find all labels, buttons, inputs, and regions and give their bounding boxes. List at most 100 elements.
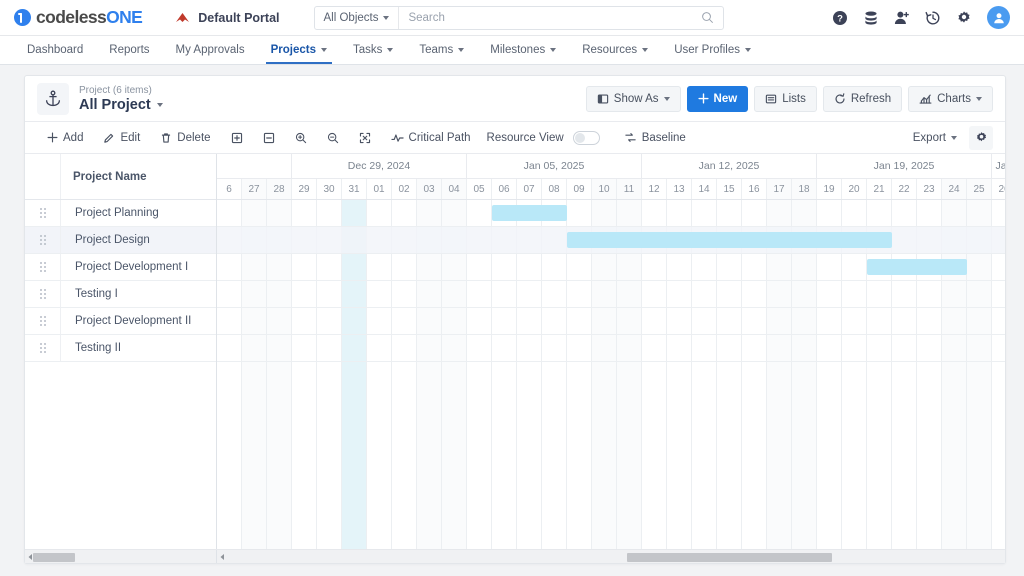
expand-all-button[interactable] [221,126,253,150]
drag-handle-icon[interactable] [25,308,61,334]
nav-item-label: Tasks [352,44,383,56]
timeline-day-label: 02 [392,179,417,199]
nav-item-projects[interactable]: Projects [258,36,340,64]
layout-icon [597,93,609,105]
task-name: Testing II [75,342,122,354]
nav-item-dashboard[interactable]: Dashboard [14,36,96,64]
task-name: Project Planning [75,207,159,219]
resource-view-toggle[interactable] [572,130,600,145]
nav-item-tasks[interactable]: Tasks [340,36,406,64]
timeline-day-label: 15 [717,179,742,199]
timeline-pane: Dec 29, 2024 Jan 05, 2025 Jan 12, 2025 Jan … [217,154,1005,549]
edit-button[interactable]: Edit [93,126,150,150]
history-icon[interactable] [925,10,941,26]
task-list-header: Project Name [25,154,216,200]
object-filter-label: All Objects [323,11,379,24]
nav-item-label: My Approvals [175,44,245,56]
collapse-all-button[interactable] [253,126,285,150]
new-button[interactable]: New [686,85,749,112]
page-title[interactable]: All Project [79,97,163,114]
scrollbar-thumb[interactable] [626,552,832,562]
baseline-label: Baseline [641,131,686,144]
zoom-out-button[interactable] [317,126,349,150]
chevron-down-icon [663,96,670,101]
show-as-button[interactable]: Show As [585,85,681,112]
search-input[interactable] [399,11,701,24]
zoom-in-button[interactable] [285,126,317,150]
timeline-day-label: 31 [342,179,367,199]
charts-button[interactable]: Charts [908,85,993,112]
nav-item-teams[interactable]: Teams [406,36,477,64]
card-subtitle: Project (6 items) [79,84,152,96]
add-user-icon[interactable] [894,10,910,26]
task-list-scrollbar[interactable] [25,550,217,563]
nav-item-label: Teams [419,44,454,56]
button-label: Critical Path [408,131,471,144]
critical-path-button[interactable]: Critical Path [381,126,481,150]
drag-handle-icon[interactable] [25,281,61,307]
nav-item-resources[interactable]: Resources [569,36,661,64]
resource-view-label: Resource View [486,131,564,144]
task-name: Project Development I [75,261,189,273]
timeline-day-label: 24 [942,179,967,199]
baseline-button[interactable]: Baseline [614,126,696,150]
timeline-day-label: 28 [267,179,292,199]
timeline-day-label: 10 [592,179,617,199]
database-icon[interactable] [863,10,879,26]
timeline-day-label: 23 [917,179,942,199]
portal-name: Default Portal [198,10,280,25]
timeline-day-label: 06 [492,179,517,199]
table-row[interactable]: Testing I [25,281,216,308]
search-icon[interactable] [701,11,723,24]
table-row[interactable]: Project Planning [25,200,216,227]
export-button[interactable]: Export [903,126,967,150]
gantt-bar[interactable] [492,205,567,221]
drag-handle-icon[interactable] [25,335,61,361]
add-button[interactable]: Add [37,126,93,150]
drag-handle-icon[interactable] [25,200,61,226]
delete-button[interactable]: Delete [150,126,220,150]
refresh-button[interactable]: Refresh [822,85,903,112]
drag-handle-icon[interactable] [25,254,61,280]
toolbar-right: Export [903,125,993,150]
nav-item-label: Dashboard [27,44,84,56]
portal-selector[interactable]: Default Portal [174,10,280,25]
timeline-day-label: 26 [992,179,1005,199]
card-header: Project (6 items) All Project Show As New… [25,76,1005,122]
timeline-scrollbar[interactable] [217,550,1005,563]
nav-item-user-profiles[interactable]: User Profiles [661,36,764,64]
nav-item-milestones[interactable]: Milestones [477,36,569,64]
scroll-left-icon[interactable] [217,553,228,561]
gantt-bar[interactable] [867,259,967,275]
timeline-days: 6 27 28 29 30 31 01 02 03 04 05 06 07 08 09 10 11 12 13 14 1… [217,179,1005,200]
lists-button[interactable]: Lists [754,85,817,112]
table-row[interactable]: Testing II [25,335,216,362]
gantt-chart: Project Name Project Planning Project Des… [25,154,1005,549]
button-label: Lists [782,92,806,105]
scrollbar-thumb[interactable] [32,552,75,562]
timeline-day-label: 20 [842,179,867,199]
nav-item-label: Projects [270,44,316,56]
nav-item-label: Resources [582,44,638,56]
timeline-day-label: 09 [567,179,592,199]
chevron-down-icon [387,48,394,52]
help-icon[interactable]: ? [832,10,848,26]
table-row[interactable]: Project Design [25,227,216,254]
nav-item-reports[interactable]: Reports [96,36,162,64]
object-filter-dropdown[interactable]: All Objects [315,6,400,29]
timeline-week-label: Jan 12, 2025 [642,154,817,178]
timeline-day-label: 13 [667,179,692,199]
chevron-down-icon [550,48,557,52]
drag-handle-icon[interactable] [25,227,61,253]
table-row[interactable]: Project Development I [25,254,216,281]
fit-screen-button[interactable] [349,126,381,150]
avatar[interactable] [987,6,1010,29]
resource-view-toggle-group: Resource View [481,126,614,150]
gear-icon[interactable] [956,10,972,26]
app-logo[interactable]: codelessONE [14,7,143,28]
nav-item-my-approvals[interactable]: My Approvals [163,36,258,64]
chevron-down-icon [320,48,327,52]
gantt-bar[interactable] [567,232,892,248]
gantt-settings-button[interactable] [969,125,993,150]
table-row[interactable]: Project Development II [25,308,216,335]
